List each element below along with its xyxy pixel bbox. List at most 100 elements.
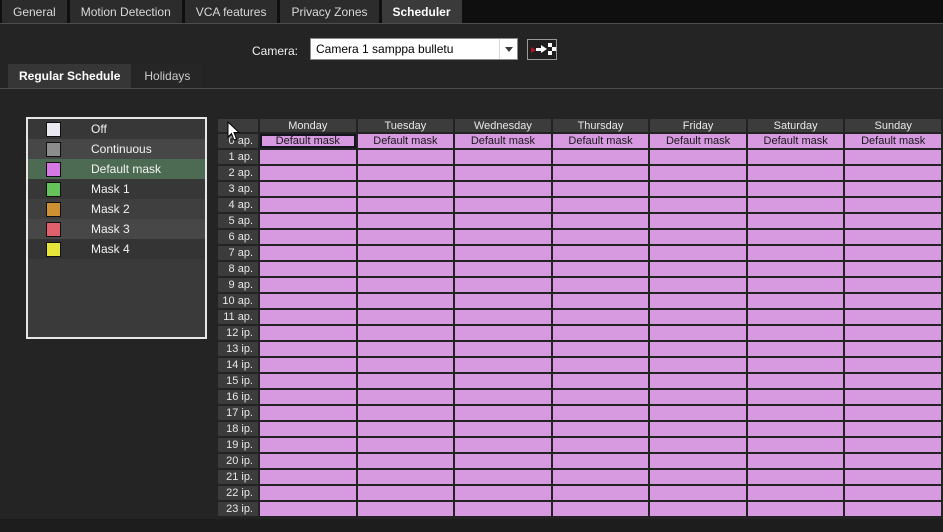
tab-holidays[interactable]: Holidays: [133, 64, 201, 88]
copy-to-cameras-button[interactable]: [527, 39, 557, 60]
legend-item-continuous[interactable]: Continuous: [28, 139, 205, 159]
schedule-cell-monday-13-ip[interactable]: [260, 342, 356, 356]
schedule-cell-saturday-18-ip[interactable]: [748, 422, 844, 436]
schedule-cell-wednesday-10-ap[interactable]: [455, 294, 551, 308]
schedule-cell-friday-7-ap[interactable]: [650, 246, 746, 260]
schedule-cell-saturday-11-ap[interactable]: [748, 310, 844, 324]
schedule-cell-tuesday-15-ip[interactable]: [358, 374, 454, 388]
legend-item-default-mask[interactable]: Default mask: [28, 159, 205, 179]
schedule-cell-friday-5-ap[interactable]: [650, 214, 746, 228]
schedule-cell-wednesday-22-ip[interactable]: [455, 486, 551, 500]
schedule-cell-monday-15-ip[interactable]: [260, 374, 356, 388]
schedule-cell-saturday-13-ip[interactable]: [748, 342, 844, 356]
schedule-cell-saturday-3-ap[interactable]: [748, 182, 844, 196]
schedule-cell-saturday-14-ip[interactable]: [748, 358, 844, 372]
schedule-cell-monday-16-ip[interactable]: [260, 390, 356, 404]
schedule-cell-wednesday-13-ip[interactable]: [455, 342, 551, 356]
schedule-cell-saturday-1-ap[interactable]: [748, 150, 844, 164]
schedule-cell-thursday-14-ip[interactable]: [553, 358, 649, 372]
schedule-cell-saturday-23-ip[interactable]: [748, 502, 844, 516]
schedule-cell-thursday-1-ap[interactable]: [553, 150, 649, 164]
schedule-cell-monday-19-ip[interactable]: [260, 438, 356, 452]
schedule-cell-monday-6-ap[interactable]: [260, 230, 356, 244]
schedule-cell-saturday-7-ap[interactable]: [748, 246, 844, 260]
schedule-cell-thursday-0-ap[interactable]: Default mask: [553, 134, 649, 148]
schedule-cell-tuesday-14-ip[interactable]: [358, 358, 454, 372]
schedule-cell-sunday-9-ap[interactable]: [845, 278, 941, 292]
schedule-cell-wednesday-20-ip[interactable]: [455, 454, 551, 468]
schedule-cell-tuesday-13-ip[interactable]: [358, 342, 454, 356]
schedule-cell-monday-22-ip[interactable]: [260, 486, 356, 500]
schedule-cell-monday-2-ap[interactable]: [260, 166, 356, 180]
schedule-cell-friday-14-ip[interactable]: [650, 358, 746, 372]
schedule-cell-wednesday-1-ap[interactable]: [455, 150, 551, 164]
schedule-cell-saturday-0-ap[interactable]: Default mask: [748, 134, 844, 148]
schedule-cell-wednesday-3-ap[interactable]: [455, 182, 551, 196]
schedule-cell-thursday-11-ap[interactable]: [553, 310, 649, 324]
schedule-cell-monday-3-ap[interactable]: [260, 182, 356, 196]
schedule-cell-wednesday-14-ip[interactable]: [455, 358, 551, 372]
schedule-cell-wednesday-5-ap[interactable]: [455, 214, 551, 228]
schedule-cell-friday-15-ip[interactable]: [650, 374, 746, 388]
schedule-cell-tuesday-22-ip[interactable]: [358, 486, 454, 500]
schedule-cell-wednesday-6-ap[interactable]: [455, 230, 551, 244]
schedule-cell-monday-10-ap[interactable]: [260, 294, 356, 308]
schedule-cell-saturday-17-ip[interactable]: [748, 406, 844, 420]
schedule-cell-saturday-19-ip[interactable]: [748, 438, 844, 452]
schedule-cell-friday-23-ip[interactable]: [650, 502, 746, 516]
schedule-cell-wednesday-0-ap[interactable]: Default mask: [455, 134, 551, 148]
schedule-cell-saturday-16-ip[interactable]: [748, 390, 844, 404]
schedule-cell-monday-12-ip[interactable]: [260, 326, 356, 340]
schedule-cell-sunday-6-ap[interactable]: [845, 230, 941, 244]
schedule-cell-thursday-20-ip[interactable]: [553, 454, 649, 468]
schedule-cell-tuesday-9-ap[interactable]: [358, 278, 454, 292]
schedule-cell-tuesday-0-ap[interactable]: Default mask: [358, 134, 454, 148]
schedule-cell-sunday-3-ap[interactable]: [845, 182, 941, 196]
schedule-cell-thursday-10-ap[interactable]: [553, 294, 649, 308]
schedule-cell-friday-21-ip[interactable]: [650, 470, 746, 484]
schedule-cell-friday-11-ap[interactable]: [650, 310, 746, 324]
schedule-cell-thursday-18-ip[interactable]: [553, 422, 649, 436]
tab-motion-detection[interactable]: Motion Detection: [70, 0, 182, 23]
schedule-cell-wednesday-9-ap[interactable]: [455, 278, 551, 292]
schedule-cell-thursday-2-ap[interactable]: [553, 166, 649, 180]
schedule-cell-thursday-21-ip[interactable]: [553, 470, 649, 484]
schedule-cell-wednesday-23-ip[interactable]: [455, 502, 551, 516]
schedule-cell-thursday-6-ap[interactable]: [553, 230, 649, 244]
schedule-cell-tuesday-23-ip[interactable]: [358, 502, 454, 516]
schedule-cell-friday-9-ap[interactable]: [650, 278, 746, 292]
legend-item-mask-3[interactable]: Mask 3: [28, 219, 205, 239]
schedule-cell-wednesday-18-ip[interactable]: [455, 422, 551, 436]
schedule-cell-sunday-18-ip[interactable]: [845, 422, 941, 436]
schedule-cell-tuesday-7-ap[interactable]: [358, 246, 454, 260]
schedule-cell-tuesday-4-ap[interactable]: [358, 198, 454, 212]
schedule-cell-friday-3-ap[interactable]: [650, 182, 746, 196]
schedule-cell-thursday-9-ap[interactable]: [553, 278, 649, 292]
schedule-cell-tuesday-16-ip[interactable]: [358, 390, 454, 404]
schedule-cell-sunday-8-ap[interactable]: [845, 262, 941, 276]
schedule-cell-sunday-5-ap[interactable]: [845, 214, 941, 228]
schedule-cell-monday-23-ip[interactable]: [260, 502, 356, 516]
schedule-cell-monday-8-ap[interactable]: [260, 262, 356, 276]
schedule-cell-sunday-7-ap[interactable]: [845, 246, 941, 260]
schedule-cell-tuesday-20-ip[interactable]: [358, 454, 454, 468]
schedule-cell-tuesday-5-ap[interactable]: [358, 214, 454, 228]
schedule-cell-friday-20-ip[interactable]: [650, 454, 746, 468]
schedule-cell-thursday-22-ip[interactable]: [553, 486, 649, 500]
schedule-cell-tuesday-18-ip[interactable]: [358, 422, 454, 436]
schedule-cell-friday-6-ap[interactable]: [650, 230, 746, 244]
tab-regular-schedule[interactable]: Regular Schedule: [8, 64, 131, 88]
camera-select[interactable]: Camera 1 samppa bulletu: [310, 38, 518, 60]
schedule-cell-friday-16-ip[interactable]: [650, 390, 746, 404]
schedule-cell-tuesday-2-ap[interactable]: [358, 166, 454, 180]
schedule-cell-monday-11-ap[interactable]: [260, 310, 356, 324]
schedule-cell-tuesday-11-ap[interactable]: [358, 310, 454, 324]
schedule-cell-tuesday-3-ap[interactable]: [358, 182, 454, 196]
schedule-cell-sunday-14-ip[interactable]: [845, 358, 941, 372]
schedule-cell-wednesday-8-ap[interactable]: [455, 262, 551, 276]
legend-item-mask-1[interactable]: Mask 1: [28, 179, 205, 199]
schedule-cell-thursday-15-ip[interactable]: [553, 374, 649, 388]
schedule-cell-saturday-20-ip[interactable]: [748, 454, 844, 468]
schedule-cell-thursday-3-ap[interactable]: [553, 182, 649, 196]
schedule-cell-saturday-2-ap[interactable]: [748, 166, 844, 180]
